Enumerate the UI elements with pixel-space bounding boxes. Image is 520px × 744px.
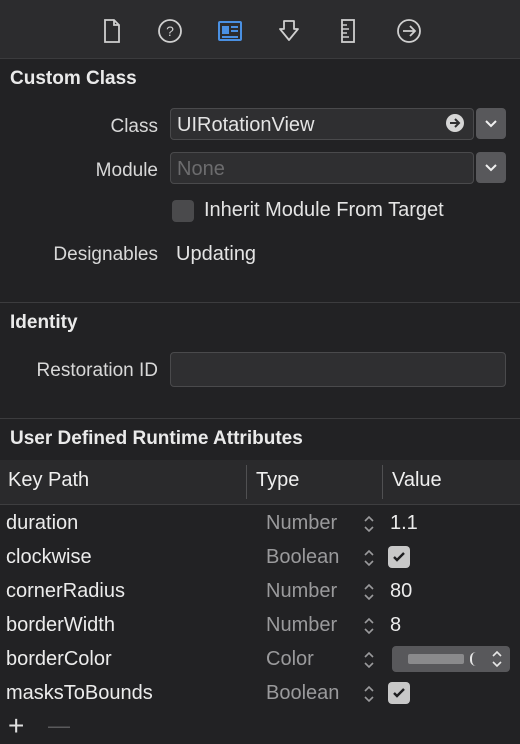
chevron-down-icon [485, 119, 497, 127]
stepper-icon[interactable] [362, 581, 376, 603]
row-key[interactable]: clockwise [6, 546, 92, 569]
row-value[interactable]: 1.1 [390, 512, 418, 535]
table-row[interactable]: borderWidth Number 8 [0, 608, 520, 642]
border-color-well[interactable] [392, 646, 510, 672]
custom-class-title: Custom Class [10, 68, 137, 89]
help-icon[interactable]: ? [153, 14, 187, 48]
add-attribute-button[interactable]: + [8, 712, 24, 740]
designables-value: Updating [176, 243, 257, 265]
color-swatch [408, 654, 464, 664]
class-label: Class [110, 116, 158, 137]
table-row[interactable]: clockwise Boolean [0, 540, 520, 574]
svg-text:?: ? [166, 23, 174, 39]
row-key[interactable]: borderWidth [6, 614, 115, 637]
class-value: UIRotationView [177, 114, 315, 136]
inherit-module-checkbox[interactable] [172, 200, 194, 222]
stepper-icon[interactable] [362, 513, 376, 535]
module-field[interactable]: None [170, 152, 474, 184]
module-dropdown-button[interactable] [476, 152, 506, 183]
divider [0, 302, 520, 303]
clockwise-checkbox[interactable] [388, 546, 410, 568]
row-type[interactable]: Number [266, 512, 337, 535]
row-key[interactable]: masksToBounds [6, 682, 153, 705]
row-type[interactable]: Number [266, 580, 337, 603]
table-row[interactable]: cornerRadius Number 80 [0, 574, 520, 608]
table-row[interactable]: borderColor Color [0, 642, 520, 676]
row-type[interactable]: Boolean [266, 682, 339, 705]
row-value[interactable]: 80 [390, 580, 412, 603]
masks-to-bounds-checkbox[interactable] [388, 682, 410, 704]
attributes-inspector-icon[interactable] [272, 14, 306, 48]
size-inspector-icon[interactable] [331, 14, 365, 48]
designables-label: Designables [53, 244, 158, 265]
row-key[interactable]: borderColor [6, 648, 112, 671]
row-key[interactable]: duration [6, 512, 78, 535]
table-row[interactable]: duration Number 1.1 [0, 506, 520, 540]
class-dropdown-button[interactable] [476, 108, 506, 139]
stepper-icon[interactable] [362, 649, 376, 671]
column-divider [246, 465, 247, 499]
color-wheel-icon [470, 652, 476, 666]
row-type[interactable]: Number [266, 614, 337, 637]
stepper-icon[interactable] [362, 547, 376, 569]
column-divider [382, 465, 383, 499]
navigate-arrow-icon[interactable] [445, 113, 465, 138]
row-type[interactable]: Boolean [266, 546, 339, 569]
divider [0, 418, 520, 419]
table-row[interactable]: masksToBounds Boolean [0, 676, 520, 710]
stepper-icon[interactable] [362, 615, 376, 637]
row-key[interactable]: cornerRadius [6, 580, 125, 603]
file-icon[interactable] [94, 14, 128, 48]
row-type[interactable]: Color [266, 648, 314, 671]
remove-attribute-button[interactable]: — [48, 714, 70, 738]
restoration-id-input[interactable] [170, 352, 506, 387]
row-value[interactable]: 8 [390, 614, 401, 637]
table-header: Key Path Type Value [0, 460, 520, 505]
module-placeholder: None [177, 158, 225, 180]
chevron-down-icon [485, 163, 497, 171]
identity-inspector-icon[interactable] [213, 14, 247, 48]
column-type[interactable]: Type [256, 469, 299, 492]
column-key-path[interactable]: Key Path [8, 469, 89, 492]
stepper-icon[interactable] [490, 649, 504, 669]
module-label: Module [95, 160, 158, 181]
column-value[interactable]: Value [392, 469, 442, 492]
checkmark-icon [393, 688, 405, 698]
connections-icon[interactable] [392, 14, 426, 48]
identity-title: Identity [10, 312, 78, 333]
runtime-attributes-title: User Defined Runtime Attributes [10, 428, 303, 449]
inspector-toolbar [0, 0, 520, 59]
inherit-module-label: Inherit Module From Target [204, 199, 444, 221]
restoration-id-label: Restoration ID [36, 360, 158, 381]
stepper-icon[interactable] [362, 683, 376, 705]
checkmark-icon [393, 552, 405, 562]
class-field[interactable]: UIRotationView [170, 108, 474, 140]
